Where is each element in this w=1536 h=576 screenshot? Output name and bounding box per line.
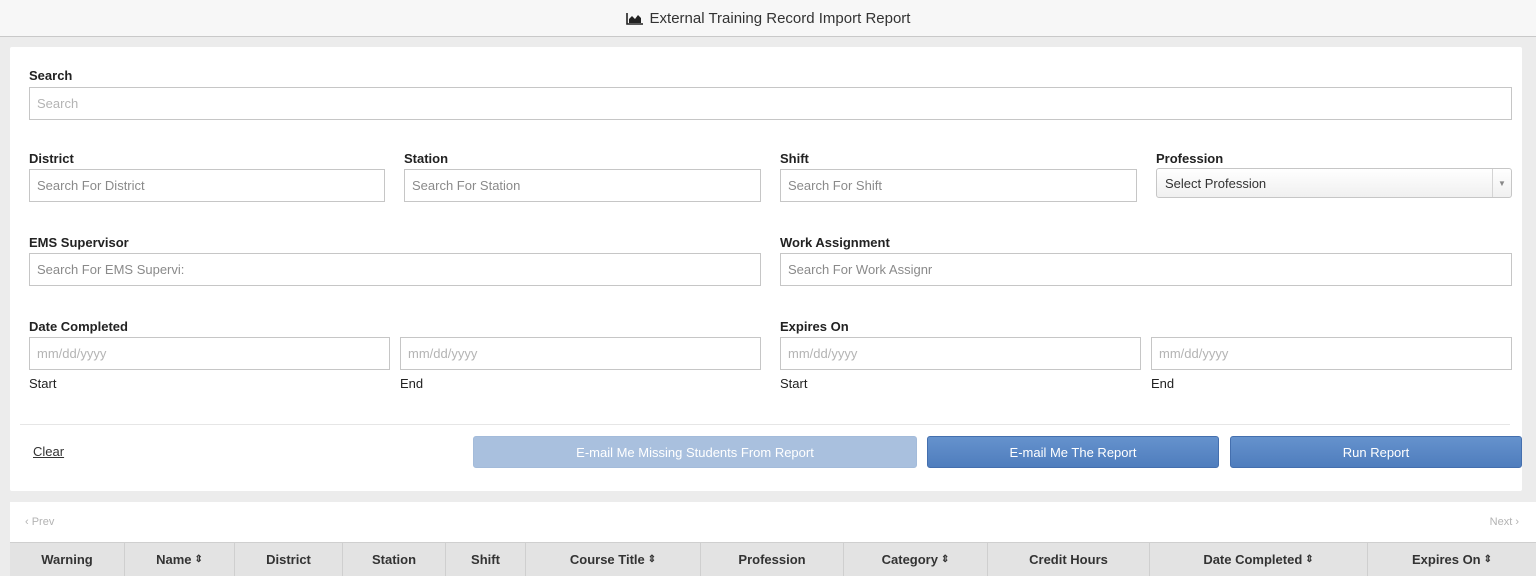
shift-input[interactable] <box>780 169 1137 202</box>
date-completed-end-caption: End <box>400 376 424 391</box>
expires-on-end-caption: End <box>1151 376 1175 391</box>
date-completed-start-caption: Start <box>29 376 57 391</box>
prev-page-link[interactable]: ‹ Prev <box>25 516 54 528</box>
column-header-credit-hours: Credit Hours <box>988 543 1150 576</box>
expires-on-label: Expires On <box>780 319 849 334</box>
email-missing-students-button[interactable]: E-mail Me Missing Students From Report <box>473 436 917 468</box>
run-report-button[interactable]: Run Report <box>1230 436 1522 468</box>
column-header-category[interactable]: Category ⇕ <box>844 543 988 576</box>
district-input[interactable] <box>29 169 385 202</box>
column-header-warning: Warning <box>10 543 125 576</box>
search-input[interactable] <box>29 87 1512 120</box>
email-report-button[interactable]: E-mail Me The Report <box>927 436 1219 468</box>
date-completed-start-input[interactable] <box>29 337 390 370</box>
station-label: Station <box>404 151 449 166</box>
sort-icon: ⇕ <box>1305 554 1314 565</box>
page-header: External Training Record Import Report <box>0 0 1536 37</box>
date-completed-end-input[interactable] <box>400 337 761 370</box>
results-panel: ‹ Prev Next › Warning Name ⇕ District Sta… <box>10 502 1536 576</box>
column-header-name[interactable]: Name ⇕ <box>125 543 235 576</box>
column-header-expires-on[interactable]: Expires On ⇕ <box>1368 543 1536 576</box>
ems-supervisor-label: EMS Supervisor <box>29 235 129 250</box>
expires-on-start-caption: Start <box>780 376 808 391</box>
sort-icon: ⇕ <box>1483 554 1493 565</box>
date-completed-label: Date Completed <box>29 319 128 334</box>
shift-label: Shift <box>780 151 809 166</box>
filter-panel: Search District Station Shift Profession… <box>10 47 1522 491</box>
column-header-shift: Shift <box>446 543 526 576</box>
divider <box>20 424 1510 425</box>
next-page-link[interactable]: Next › <box>1490 516 1519 528</box>
sort-icon: ⇕ <box>194 554 203 565</box>
chevron-down-icon: ▼ <box>1492 169 1511 197</box>
expires-on-start-input[interactable] <box>780 337 1141 370</box>
table-header: Warning Name ⇕ District Station Shift Cou… <box>10 542 1536 576</box>
work-assignment-input[interactable] <box>780 253 1512 286</box>
search-label: Search <box>29 68 73 83</box>
profession-select[interactable]: Select Profession ▼ <box>1156 168 1512 198</box>
sort-icon: ⇕ <box>647 554 657 565</box>
work-assignment-label: Work Assignment <box>780 235 890 250</box>
profession-selected-value: Select Profession <box>1165 176 1267 191</box>
area-chart-icon <box>625 12 643 25</box>
profession-label: Profession <box>1156 151 1224 166</box>
district-label: District <box>29 151 74 166</box>
column-header-station: Station <box>343 543 446 576</box>
column-header-district: District <box>235 543 343 576</box>
expires-on-end-input[interactable] <box>1151 337 1512 370</box>
column-header-profession: Profession <box>701 543 844 576</box>
station-input[interactable] <box>404 169 761 202</box>
column-header-date-completed[interactable]: Date Completed ⇕ <box>1150 543 1368 576</box>
column-header-course-title[interactable]: Course Title ⇕ <box>526 543 701 576</box>
sort-icon: ⇕ <box>940 554 950 565</box>
clear-link[interactable]: Clear <box>33 444 64 459</box>
page-title: External Training Record Import Report <box>649 9 911 27</box>
ems-supervisor-input[interactable] <box>29 253 761 286</box>
